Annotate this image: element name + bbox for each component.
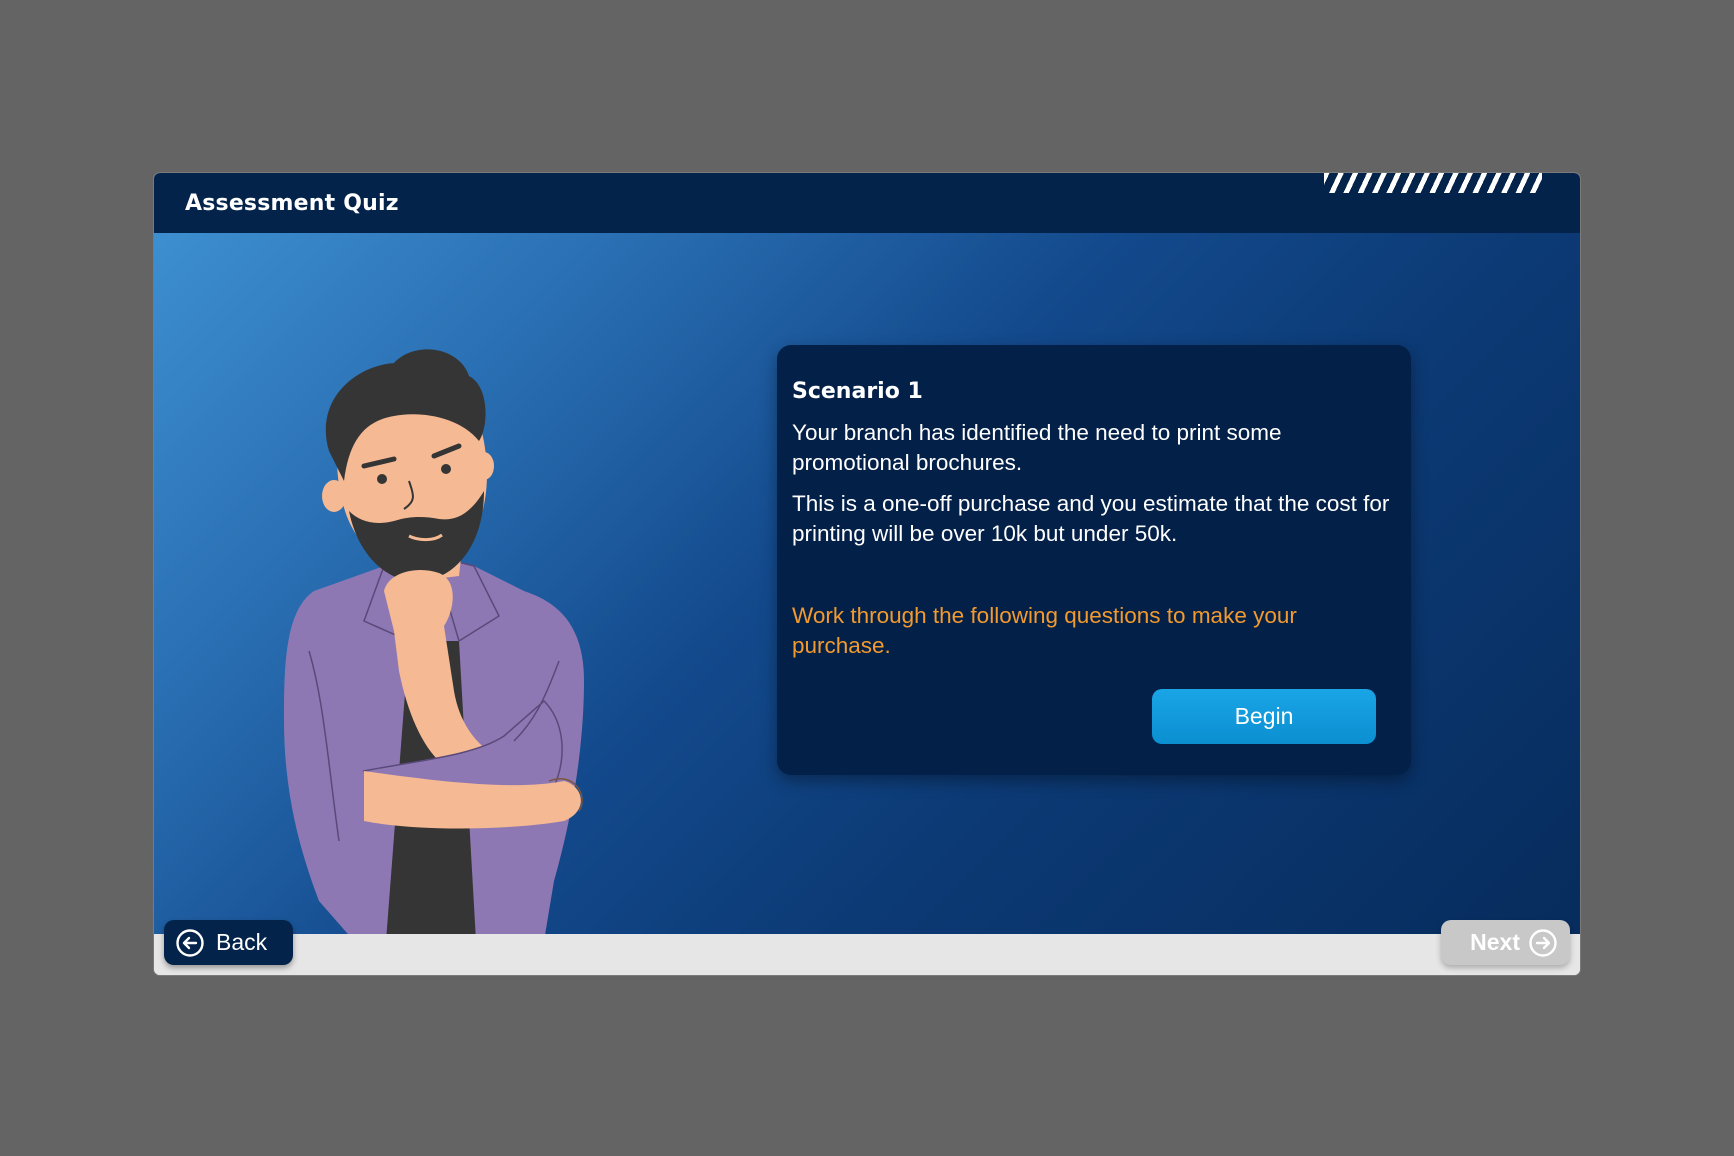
scenario-instruction: Work through the following questions to … [792, 603, 1297, 658]
arrow-left-circle-icon [176, 928, 204, 957]
scenario-title: Scenario 1 [792, 379, 923, 404]
thinking-man-illustration [284, 349, 584, 934]
back-button[interactable]: Back [164, 920, 293, 965]
next-button[interactable]: Next [1441, 920, 1570, 965]
back-button-label: Back [216, 929, 268, 955]
next-button-label: Next [1470, 929, 1520, 955]
course-title: Assessment Quiz [185, 191, 399, 216]
arrow-right-circle-icon [1529, 928, 1557, 957]
progress-indicator [1324, 173, 1542, 193]
scenario-cost-details: This is a one-off purchase and you estim… [792, 491, 1390, 546]
begin-button[interactable]: Begin [1152, 689, 1376, 744]
footer-bar [154, 934, 1580, 975]
scenario-description: Your branch has identified the need to p… [792, 420, 1282, 475]
slide-stage: Scenario 1 Your branch has identified th… [154, 233, 1580, 934]
course-player: Assessment Quiz Scenario 1 Your branch h… [154, 173, 1580, 975]
scenario-card: Scenario 1 Your branch has identified th… [777, 345, 1411, 775]
header-bar: Assessment Quiz [154, 173, 1580, 233]
